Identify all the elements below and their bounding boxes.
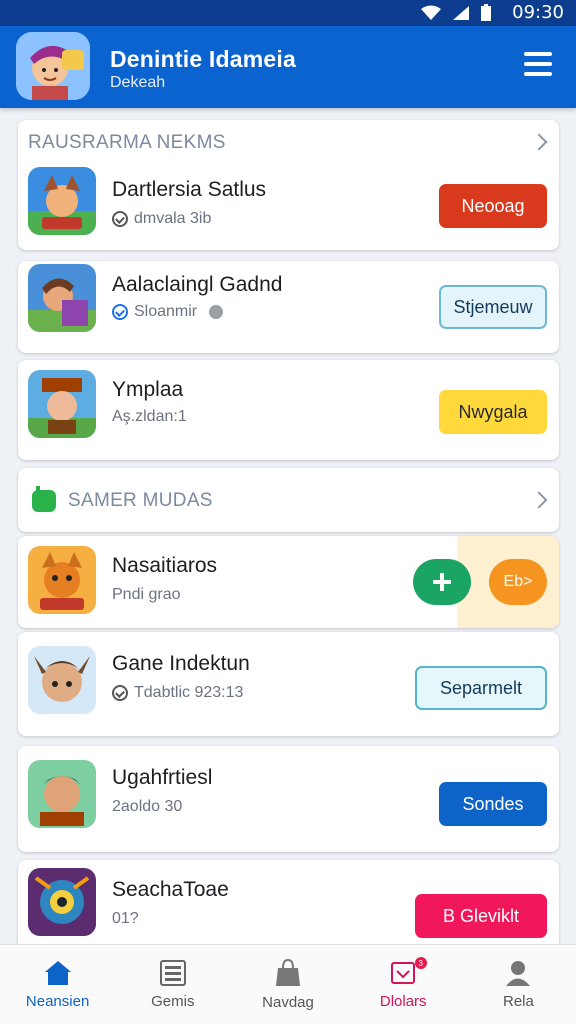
item-subtitle: Pndi grao xyxy=(112,586,181,603)
bag-icon xyxy=(276,958,300,986)
item-title: Ugahfrtiesl xyxy=(112,766,213,789)
nav-label: Gemis xyxy=(151,993,195,1010)
app-subtitle: Dekeah xyxy=(110,74,166,91)
item-action-button[interactable]: Stjemeuw xyxy=(439,285,547,329)
chevron-right-icon[interactable] xyxy=(530,491,548,509)
item-title: Gane Indektun xyxy=(112,652,250,675)
app-bar: Denintie Idameia Dekeah xyxy=(0,26,576,108)
list-item: Ymplaa Aş.zldan:1 Nwygala xyxy=(18,360,559,460)
status-bar: 09:30 xyxy=(0,0,576,26)
item-action-button[interactable]: Sondes xyxy=(439,782,547,826)
game-thumbnail[interactable] xyxy=(28,264,96,332)
nav-item-list[interactable]: Gemis xyxy=(115,945,230,1024)
list-item: Aalaclaingl Gadnd Sloanmir Stjemeuw xyxy=(18,261,559,353)
item-subtitle: Aş.zldan:1 xyxy=(112,408,187,425)
item-title: Ymplaa xyxy=(112,378,184,401)
list-item: SeachaToae 01? B Gleviklt xyxy=(18,860,559,950)
status-time: 09:30 xyxy=(512,2,564,23)
list-item: Nasaitiaros Pndi grao Eb> xyxy=(18,536,559,628)
item-action-button[interactable]: B Gleviklt xyxy=(415,894,547,938)
nav-item-home[interactable]: Neansien xyxy=(0,945,115,1024)
menu-button[interactable] xyxy=(524,52,552,76)
item-action-button[interactable]: Neooag xyxy=(439,184,547,228)
game-thumbnail[interactable] xyxy=(28,370,96,438)
check-circle-icon xyxy=(112,685,128,701)
nav-label: Dlolars xyxy=(379,993,427,1010)
list-icon xyxy=(159,960,186,986)
game-thumbnail[interactable] xyxy=(28,546,96,614)
profile-icon xyxy=(506,961,531,986)
game-thumbnail[interactable] xyxy=(28,868,96,936)
status-dot-icon xyxy=(209,305,224,319)
check-circle-icon xyxy=(112,211,128,227)
list-item: Gane Indektun Tdabtlic 923:13 Separmelt xyxy=(18,632,559,736)
verified-icon xyxy=(112,304,128,320)
nav-label: Rela xyxy=(502,993,534,1010)
battery-icon xyxy=(481,4,491,21)
notification-badge: 3 xyxy=(414,957,427,969)
section-card-1: RAUSRARMA NEKMS Dartlersia Satlus dmvala… xyxy=(18,120,559,250)
nav-item-profile[interactable]: Rela xyxy=(461,945,576,1024)
home-icon xyxy=(44,961,71,985)
section-title: SAMER MUDAS xyxy=(68,490,213,511)
wifi-icon xyxy=(421,5,441,20)
section-title: RAUSRARMA NEKMS xyxy=(28,132,226,153)
game-thumbnail[interactable] xyxy=(28,760,96,828)
item-title: Aalaclaingl Gadnd xyxy=(112,273,283,296)
chevron-right-icon[interactable] xyxy=(530,133,548,151)
item-action-button[interactable]: Separmelt xyxy=(415,666,547,710)
nav-label: Navdag xyxy=(262,994,314,1011)
add-button[interactable] xyxy=(413,559,471,605)
item-action-button[interactable]: Nwygala xyxy=(439,390,547,434)
item-subtitle: dmvala 3ib xyxy=(112,210,211,228)
app-title: Denintie Idameia xyxy=(110,46,296,72)
section-card-2: SAMER MUDAS xyxy=(18,468,559,532)
next-button[interactable]: Eb> xyxy=(489,559,547,605)
game-thumbnail[interactable] xyxy=(28,167,96,235)
nav-item-notifications[interactable]: 3 Dlolars xyxy=(346,945,461,1024)
list-item: Ugahfrtiesl 2aoldo 30 Sondes xyxy=(18,746,559,852)
item-title: SeachaToae xyxy=(112,878,229,901)
app-avatar xyxy=(16,32,90,100)
notification-icon xyxy=(391,962,416,984)
item-subtitle: 2aoldo 30 xyxy=(112,798,183,815)
plus-icon xyxy=(433,573,451,591)
status-icons xyxy=(420,4,492,22)
bottom-navigation: Neansien Gemis Navdag 3 Dlolars Rela xyxy=(0,944,576,1024)
item-subtitle: 01? xyxy=(112,910,139,927)
android-icon xyxy=(32,486,56,512)
signal-icon xyxy=(453,6,469,20)
item-title: Dartlersia Satlus xyxy=(112,178,267,201)
item-title: Nasaitiaros xyxy=(112,554,218,577)
nav-item-bag[interactable]: Navdag xyxy=(230,945,345,1024)
item-subtitle: Sloanmir xyxy=(112,303,224,321)
nav-label: Neansien xyxy=(25,993,90,1010)
game-thumbnail[interactable] xyxy=(28,646,96,714)
item-subtitle: Tdabtlic 923:13 xyxy=(112,684,243,702)
